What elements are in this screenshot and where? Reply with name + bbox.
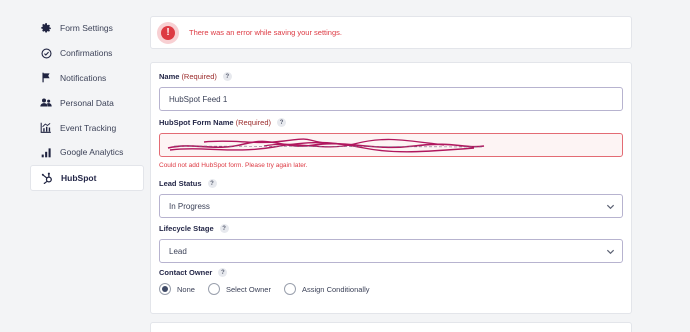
- sidebar-item-label: Google Analytics: [60, 147, 124, 158]
- chevron-down-icon: [606, 204, 615, 210]
- lifecycle-stage-label: Lifecycle Stage ?: [159, 224, 229, 233]
- radio-dot[interactable]: [159, 283, 171, 295]
- hubspot-form-error: Could not add HubSpot form. Please try a…: [159, 162, 308, 169]
- required-marker: (Required): [181, 72, 217, 81]
- sidebar-item-label: HubSpot: [61, 172, 97, 183]
- sidebar-item-google-analytics[interactable]: Google Analytics: [30, 140, 144, 165]
- sidebar-item-event-tracking[interactable]: Event Tracking: [30, 115, 144, 140]
- radio-dot[interactable]: [283, 283, 296, 295]
- users-icon: [40, 97, 52, 109]
- contact-owner-radio-group: None Select Owner Assign Conditionally: [159, 283, 383, 295]
- contact-owner-select-owner-radio[interactable]: Select Owner: [207, 283, 271, 295]
- hubspot-icon: [41, 172, 53, 184]
- flag-icon: [40, 72, 52, 84]
- help-icon[interactable]: ?: [207, 179, 217, 188]
- help-icon[interactable]: ?: [277, 118, 287, 127]
- lead-status-select[interactable]: In Progress: [159, 194, 623, 218]
- settings-sidebar: Form Settings Confirmations Notification…: [30, 16, 144, 191]
- contact-owner-label: Contact Owner ?: [159, 268, 228, 277]
- sidebar-item-label: Notifications: [60, 72, 107, 83]
- name-label: Name (Required) ?: [159, 72, 232, 81]
- sidebar-item-label: Event Tracking: [60, 122, 117, 133]
- lead-status-value: In Progress: [169, 201, 210, 211]
- help-icon[interactable]: ?: [222, 72, 232, 81]
- name-input-value: HubSpot Feed 1: [169, 94, 228, 104]
- error-icon: !: [157, 21, 179, 44]
- sidebar-item-notifications[interactable]: Notifications: [30, 66, 144, 91]
- radio-dot[interactable]: [207, 283, 220, 295]
- next-settings-panel: [150, 322, 632, 332]
- bar-chart-icon: [40, 146, 52, 158]
- hubspot-form-name-input[interactable]: [159, 133, 623, 157]
- error-message: There was an error while saving your set…: [189, 28, 342, 37]
- sidebar-item-label: Confirmations: [60, 48, 113, 59]
- check-circle-icon: [40, 47, 52, 59]
- sidebar-item-confirmations[interactable]: Confirmations: [30, 41, 144, 66]
- lifecycle-stage-value: Lead: [169, 246, 187, 256]
- redaction-scribble: [167, 138, 485, 153]
- name-input[interactable]: HubSpot Feed 1: [159, 87, 623, 111]
- contact-owner-assign-conditionally-radio[interactable]: Assign Conditionally: [283, 283, 370, 295]
- event-chart-icon: [40, 122, 52, 134]
- chevron-down-icon: [606, 249, 615, 255]
- lifecycle-stage-select[interactable]: Lead: [159, 239, 623, 263]
- help-icon[interactable]: ?: [219, 224, 229, 233]
- gear-icon: [40, 22, 52, 34]
- sidebar-item-personal-data[interactable]: Personal Data: [30, 90, 144, 115]
- hubspot-form-name-label: HubSpot Form Name (Required) ?: [159, 118, 287, 127]
- hubspot-settings-panel: Name (Required) ? HubSpot Feed 1 HubSpot…: [150, 62, 632, 314]
- sidebar-item-hubspot[interactable]: HubSpot: [30, 164, 144, 191]
- lead-status-label: Lead Status ?: [159, 179, 217, 188]
- sidebar-item-label: Personal Data: [60, 97, 114, 108]
- required-marker: (Required): [235, 118, 272, 127]
- contact-owner-none-radio[interactable]: None: [159, 283, 195, 295]
- sidebar-item-form-settings[interactable]: Form Settings: [30, 16, 144, 41]
- error-alert: ! There was an error while saving your s…: [150, 16, 632, 49]
- help-icon[interactable]: ?: [218, 268, 228, 277]
- sidebar-item-label: Form Settings: [60, 23, 113, 34]
